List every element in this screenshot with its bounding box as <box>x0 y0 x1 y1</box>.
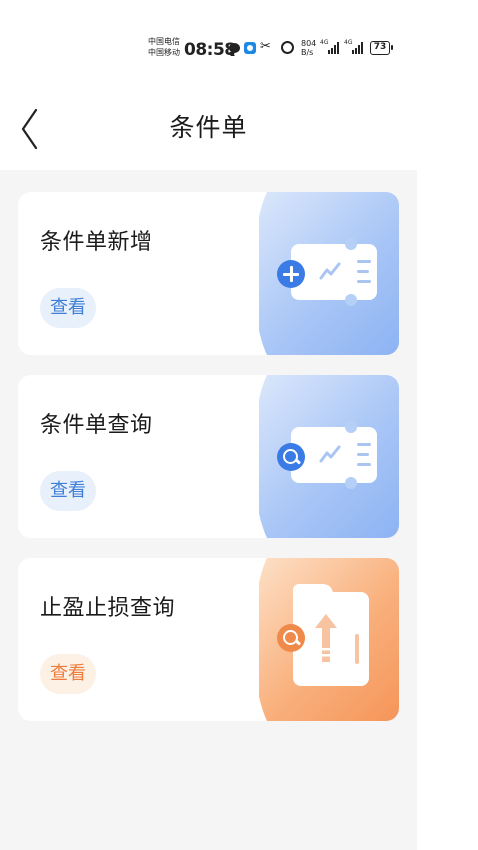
status-time: 08:58 <box>184 40 236 60</box>
search-icon <box>277 443 305 471</box>
chat-icon <box>229 43 240 53</box>
signal-2-label: 4G <box>344 39 353 46</box>
page-title: 条件单 <box>169 113 248 142</box>
alarm-icon <box>281 41 294 54</box>
plus-icon <box>277 260 305 288</box>
card-title: 条件单新增 <box>40 230 153 255</box>
card-take-profit-stop-loss-query[interactable]: 止盈止损查询 查看 <box>18 558 399 721</box>
app-screen: 中国电信 中国移动 08:58 ✂ 804 B/s 4G 4G 73 条件单 条… <box>0 0 417 850</box>
battery-icon: 73 <box>370 41 393 55</box>
signal-icon: 4G <box>320 39 342 54</box>
add-ticket-icon <box>259 192 399 355</box>
net-speed-unit: B/s <box>301 48 314 57</box>
carrier-1: 中国电信 <box>148 37 180 46</box>
card-title: 止盈止损查询 <box>40 596 176 621</box>
scissor-icon: ✂ <box>260 39 271 54</box>
signal-1-label: 4G <box>320 39 329 46</box>
card-add-condition-order[interactable]: 条件单新增 查看 <box>18 192 399 355</box>
net-speed-value: 804 <box>301 39 317 48</box>
view-button[interactable]: 查看 <box>40 288 96 328</box>
view-button[interactable]: 查看 <box>40 654 96 694</box>
status-bar: 中国电信 中国移动 08:58 ✂ 804 B/s 4G 4G 73 <box>0 32 417 72</box>
carrier-labels: 中国电信 中国移动 <box>148 36 180 58</box>
card-query-condition-order[interactable]: 条件单查询 查看 <box>18 375 399 538</box>
search-icon <box>277 624 305 652</box>
view-button[interactable]: 查看 <box>40 471 96 511</box>
header-area: 中国电信 中国移动 08:58 ✂ 804 B/s 4G 4G 73 条件单 <box>0 0 417 170</box>
signal-icon: 4G <box>344 39 366 54</box>
app-icon <box>244 42 256 54</box>
card-title: 条件单查询 <box>40 413 153 438</box>
net-speed: 804 B/s <box>301 39 316 57</box>
search-ticket-icon <box>259 375 399 538</box>
carrier-2: 中国移动 <box>148 48 180 57</box>
search-folder-icon <box>259 558 399 721</box>
